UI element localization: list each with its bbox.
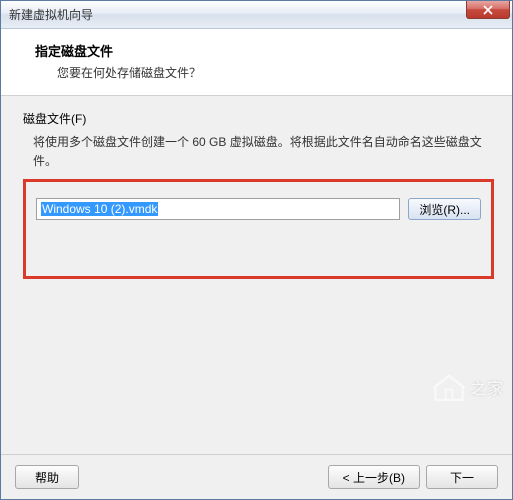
- wizard-content: 磁盘文件(F) 将使用多个磁盘文件创建一个 60 GB 虚拟磁盘。将根据此文件名…: [1, 96, 512, 454]
- disk-file-label: 磁盘文件(F): [23, 110, 494, 127]
- browse-button[interactable]: 浏览(R)...: [408, 198, 481, 220]
- watermark-text: 之家: [470, 375, 504, 399]
- titlebar: 新建虚拟机向导: [1, 1, 512, 29]
- close-icon: [483, 5, 493, 15]
- wizard-window: 新建虚拟机向导 指定磁盘文件 您要在何处存储磁盘文件？ 磁盘文件(F) 将使用多…: [0, 0, 513, 500]
- help-button[interactable]: 帮助: [15, 465, 79, 489]
- wizard-footer: 帮助 < 上一步(B) 下一: [1, 454, 512, 499]
- window-title: 新建虚拟机向导: [9, 6, 93, 23]
- disk-file-description: 将使用多个磁盘文件创建一个 60 GB 虚拟磁盘。将根据此文件名自动命名这些磁盘…: [33, 133, 494, 171]
- page-subtitle: 您要在何处存储磁盘文件？: [57, 64, 496, 81]
- wizard-header: 指定磁盘文件 您要在何处存储磁盘文件？: [1, 29, 512, 96]
- disk-file-input[interactable]: Windows 10 (2).vmdk: [36, 198, 400, 220]
- next-button[interactable]: 下一: [426, 465, 498, 489]
- watermark-house-icon: [432, 372, 466, 402]
- close-button[interactable]: [466, 1, 510, 19]
- watermark: 之家: [432, 372, 504, 402]
- file-input-row: Windows 10 (2).vmdk 浏览(R)...: [36, 198, 481, 220]
- page-title: 指定磁盘文件: [35, 41, 496, 60]
- selected-text: Windows 10 (2).vmdk: [41, 202, 158, 216]
- highlighted-region: Windows 10 (2).vmdk 浏览(R)...: [23, 179, 494, 279]
- back-button[interactable]: < 上一步(B): [328, 465, 420, 489]
